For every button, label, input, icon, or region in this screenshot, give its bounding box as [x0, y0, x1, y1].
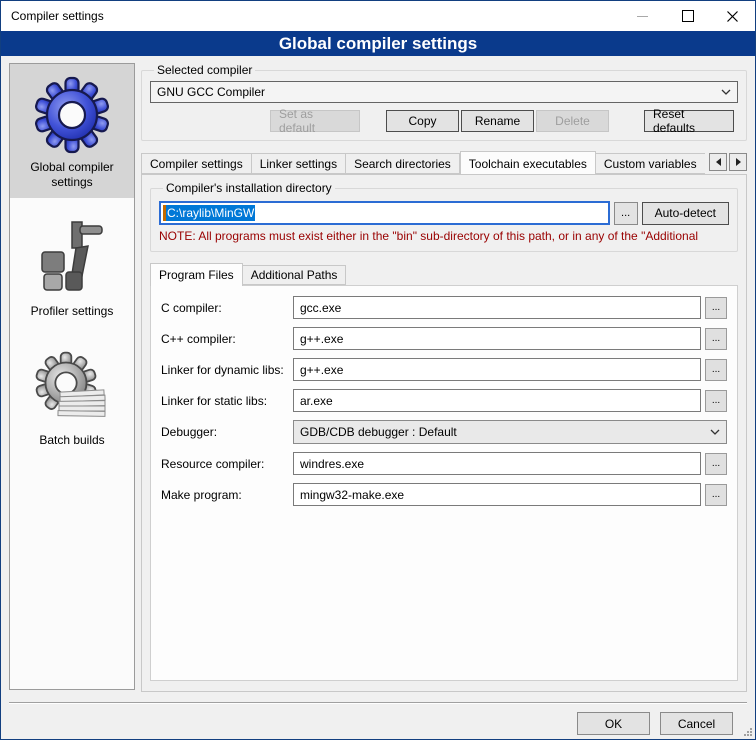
- sidebar-item-batch-builds[interactable]: Batch builds: [10, 337, 134, 456]
- dialog-footer: OK Cancel: [9, 704, 747, 735]
- tab-toolchain-executables[interactable]: Toolchain executables: [460, 151, 596, 174]
- cpp-compiler-input[interactable]: [293, 327, 701, 350]
- tab-scroll-left-button[interactable]: [709, 153, 727, 171]
- arrow-left-icon: [716, 158, 721, 166]
- form-row-dynamic-linker: Linker for dynamic libs: ...: [161, 358, 727, 381]
- installation-directory-group: Compiler's installation directory C:\ray…: [150, 181, 738, 252]
- c-compiler-input[interactable]: [293, 296, 701, 319]
- close-icon: [727, 11, 738, 22]
- toolchain-subtabs: Program Files Additional Paths: [150, 262, 738, 285]
- copy-button[interactable]: Copy: [386, 110, 459, 132]
- installation-directory-legend: Compiler's installation directory: [163, 181, 335, 195]
- maximize-button[interactable]: [665, 1, 710, 31]
- blue-gear-icon: [32, 74, 112, 154]
- tab-scroll-right-button[interactable]: [729, 153, 747, 171]
- make-program-browse-button[interactable]: ...: [705, 484, 727, 506]
- resource-compiler-label: Resource compiler:: [161, 457, 293, 471]
- sidebar-item-label: Profiler settings: [31, 304, 114, 319]
- static-linker-label: Linker for static libs:: [161, 394, 293, 408]
- debugger-select-value: GDB/CDB debugger : Default: [300, 425, 704, 439]
- static-linker-browse-button[interactable]: ...: [705, 390, 727, 412]
- dynamic-linker-input[interactable]: [293, 358, 701, 381]
- static-linker-input[interactable]: [293, 389, 701, 412]
- dialog-header-title: Global compiler settings: [279, 34, 477, 54]
- c-compiler-browse-button[interactable]: ...: [705, 297, 727, 319]
- chevron-down-icon: [715, 89, 737, 95]
- resize-grip[interactable]: [744, 728, 753, 737]
- compiler-select-value: GNU GCC Compiler: [157, 85, 715, 99]
- compiler-select[interactable]: GNU GCC Compiler: [150, 81, 738, 103]
- sidebar-item-profiler-settings[interactable]: Profiler settings: [10, 208, 134, 327]
- chevron-down-icon: [704, 429, 726, 435]
- program-files-panel: C compiler: ... C++ compiler: ...: [150, 285, 738, 681]
- set-as-default-button: Set as default: [270, 110, 360, 132]
- form-row-cpp-compiler: C++ compiler: ...: [161, 327, 727, 350]
- subtab-program-files[interactable]: Program Files: [150, 263, 243, 286]
- sidebar-item-label: Batch builds: [39, 433, 104, 448]
- window-title: Compiler settings: [1, 9, 620, 23]
- gear-sheets-icon: [32, 347, 112, 427]
- subtab-additional-paths[interactable]: Additional Paths: [243, 265, 347, 285]
- titlebar: Compiler settings: [1, 1, 755, 31]
- dynamic-linker-label: Linker for dynamic libs:: [161, 363, 293, 377]
- make-program-input[interactable]: [293, 483, 701, 506]
- bin-subdirectory-note: NOTE: All programs must exist either in …: [159, 229, 729, 243]
- ok-button[interactable]: OK: [577, 712, 650, 735]
- c-compiler-label: C compiler:: [161, 301, 293, 315]
- auto-detect-button[interactable]: Auto-detect: [642, 202, 729, 225]
- tab-compiler-settings[interactable]: Compiler settings: [141, 153, 252, 174]
- selected-compiler-legend: Selected compiler: [154, 63, 255, 77]
- cpp-compiler-browse-button[interactable]: ...: [705, 328, 727, 350]
- compiler-tabs: Compiler settings Linker settings Search…: [141, 150, 747, 174]
- minimize-button[interactable]: [620, 1, 665, 31]
- delete-button: Delete: [536, 110, 609, 132]
- form-row-debugger: Debugger: GDB/CDB debugger : Default: [161, 420, 727, 444]
- settings-category-list: Global compiler settings Profiler: [9, 63, 135, 690]
- browse-directory-button[interactable]: ...: [614, 202, 638, 225]
- compiler-settings-dialog: Compiler settings Global compiler settin…: [0, 0, 756, 740]
- arrow-right-icon: [736, 158, 741, 166]
- cancel-button[interactable]: Cancel: [660, 712, 733, 735]
- installation-directory-value: C:\raylib\MinGW: [166, 205, 255, 221]
- close-button[interactable]: [710, 1, 755, 31]
- sidebar-item-label: Global compiler settings: [12, 160, 132, 190]
- cpp-compiler-label: C++ compiler:: [161, 332, 293, 346]
- caliper-blocks-icon: [32, 218, 112, 298]
- form-row-resource-compiler: Resource compiler: ...: [161, 452, 727, 475]
- dynamic-linker-browse-button[interactable]: ...: [705, 359, 727, 381]
- tab-linker-settings[interactable]: Linker settings: [252, 153, 346, 174]
- dialog-header: Global compiler settings: [1, 31, 755, 56]
- installation-directory-input[interactable]: C:\raylib\MinGW: [159, 201, 610, 225]
- form-row-make-program: Make program: ...: [161, 483, 727, 506]
- tab-custom-variables[interactable]: Custom variables: [596, 153, 705, 174]
- reset-defaults-button[interactable]: Reset defaults: [644, 110, 734, 132]
- tab-search-directories[interactable]: Search directories: [346, 153, 460, 174]
- resource-compiler-browse-button[interactable]: ...: [705, 453, 727, 475]
- minimize-icon: [637, 16, 648, 17]
- form-row-static-linker: Linker for static libs: ...: [161, 389, 727, 412]
- make-program-label: Make program:: [161, 488, 293, 502]
- rename-button[interactable]: Rename: [461, 110, 534, 132]
- debugger-select[interactable]: GDB/CDB debugger : Default: [293, 420, 727, 444]
- resource-compiler-input[interactable]: [293, 452, 701, 475]
- selected-compiler-group: Selected compiler GNU GCC Compiler Set a…: [141, 63, 747, 141]
- sidebar-item-global-compiler-settings[interactable]: Global compiler settings: [10, 64, 134, 198]
- toolchain-executables-panel: Compiler's installation directory C:\ray…: [141, 174, 747, 692]
- form-row-c-compiler: C compiler: ...: [161, 296, 727, 319]
- debugger-label: Debugger:: [161, 425, 293, 439]
- maximize-icon: [682, 10, 694, 22]
